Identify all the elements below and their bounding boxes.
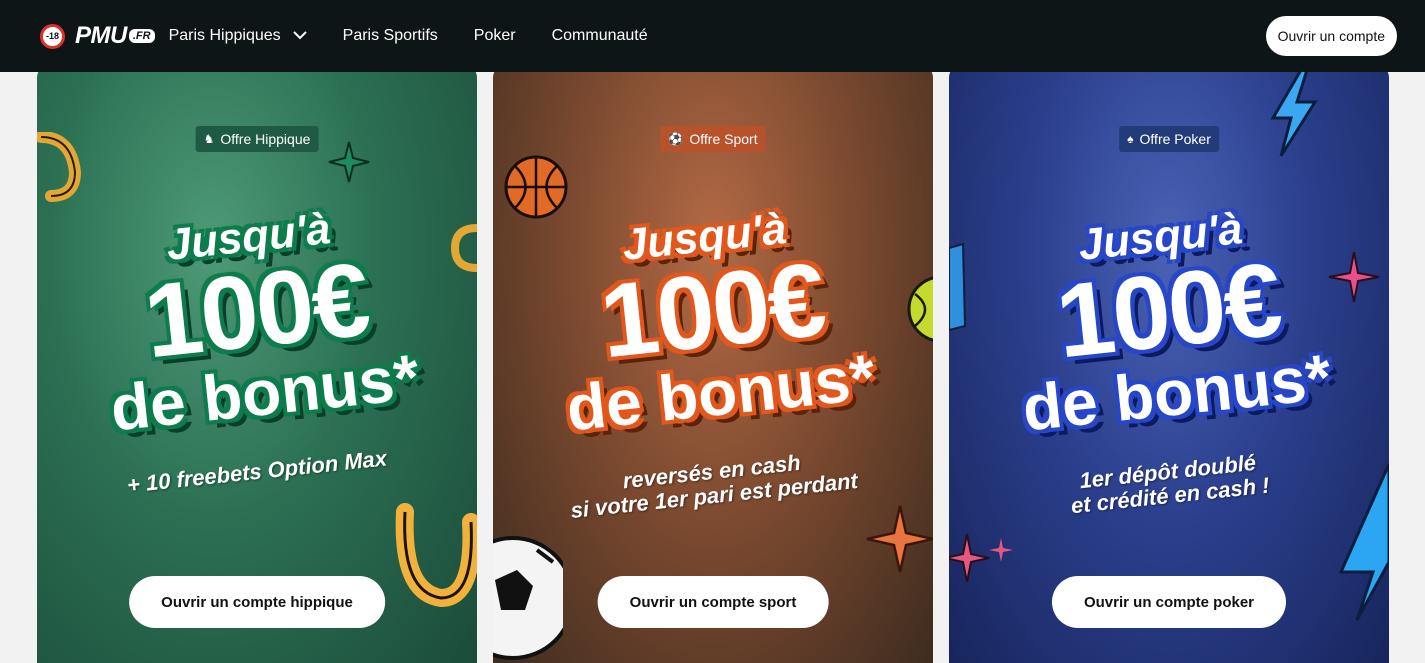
offer-tag: ♠ Offre Poker — [1119, 126, 1219, 152]
bonus-headline: Jusqu'à 100€ de bonus* — [493, 190, 933, 448]
bonus-headline: Jusqu'à 100€ de bonus* — [949, 190, 1389, 448]
basketball-icon — [504, 155, 568, 219]
open-hippique-account-button[interactable]: Ouvrir un compte hippique — [129, 576, 385, 628]
nav-item-label: Communauté — [551, 27, 648, 44]
horse-icon: ♞ — [203, 132, 215, 146]
offer-card-hippique[interactable]: ♞ Offre Hippique Jusqu'à 100€ de bonus* … — [37, 62, 477, 663]
open-poker-account-button[interactable]: Ouvrir un compte poker — [1051, 576, 1287, 628]
chevron-down-icon — [292, 27, 307, 45]
horseshoe-icon — [37, 132, 82, 202]
horseshoe-large-icon — [395, 503, 477, 608]
main-nav: Paris Hippiques Paris Sportifs Poker Com… — [169, 27, 684, 45]
sparkle-pink-icon — [949, 533, 1013, 583]
logo-text: PMU — [75, 22, 127, 49]
offer-tag-label: Offre Poker — [1139, 131, 1211, 147]
offer-subtitle: reversés en cash si votre 1er pari est p… — [493, 437, 933, 531]
pmu-logo[interactable]: PMU .FR — [75, 22, 155, 50]
open-account-button[interactable]: Ouvrir un compte — [1265, 16, 1397, 56]
soccer-ball-icon: ⚽ — [668, 132, 684, 146]
offer-subtitle-line1: + 10 freebets Option Max — [125, 445, 389, 498]
nav-item-label: Paris Hippiques — [168, 27, 281, 44]
offer-tag-label: Offre Sport — [689, 131, 758, 147]
poker-chip-icon: ♠ — [1127, 132, 1134, 146]
football-icon — [493, 536, 563, 660]
nav-item-paris-sportifs[interactable]: Paris Sportifs — [343, 27, 438, 45]
offer-subtitle: 1er dépôt doublé et crédité en cash ! — [949, 437, 1389, 531]
nav-item-paris-hippiques[interactable]: Paris Hippiques — [169, 27, 307, 45]
offer-tag-label: Offre Hippique — [220, 131, 311, 147]
nav-item-communaute[interactable]: Communauté — [552, 27, 648, 45]
logo-tag: .FR — [128, 29, 155, 43]
sparkle-icon — [328, 141, 370, 183]
offer-tag: ♞ Offre Hippique — [195, 126, 319, 152]
offer-card-poker[interactable]: ♠ Offre Poker Jusqu'à 100€ de bonus* 1er… — [949, 62, 1389, 663]
lightning-icon — [1270, 68, 1318, 157]
bonus-headline: Jusqu'à 100€ de bonus* — [37, 190, 477, 448]
top-navigation-bar: -18 PMU .FR Paris Hippiques Paris Sporti… — [0, 0, 1425, 72]
nav-item-poker[interactable]: Poker — [474, 27, 516, 45]
nav-item-label: Paris Sportifs — [342, 27, 438, 44]
offer-card-sport[interactable]: ⚽ Offre Sport Jusqu'à 100€ de bonus* rev… — [493, 62, 933, 663]
sparkle-icon — [866, 505, 933, 573]
open-sport-account-button[interactable]: Ouvrir un compte sport — [597, 576, 829, 628]
offer-subtitle: + 10 freebets Option Max — [37, 437, 477, 507]
nav-item-label: Poker — [473, 27, 516, 44]
age-restriction-icon: -18 — [40, 23, 65, 49]
offer-tag: ⚽ Offre Sport — [660, 126, 766, 152]
